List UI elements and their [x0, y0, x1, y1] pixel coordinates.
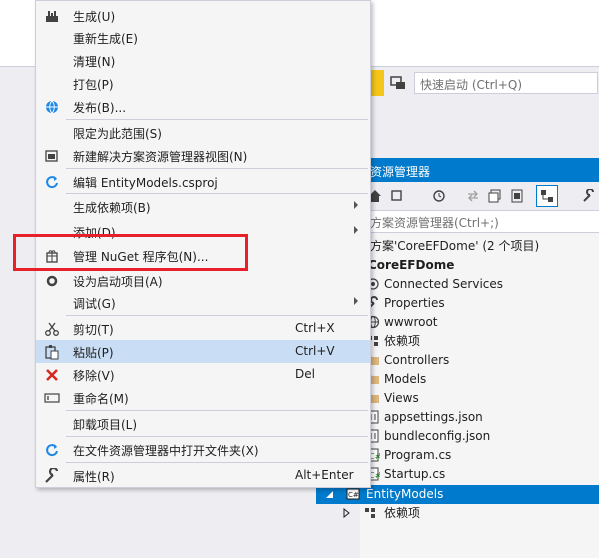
tree-item-entity-dependencies[interactable]: 依赖项 [384, 504, 420, 523]
menu-item-set-startup[interactable]: 设为启动项目(A) [36, 269, 370, 292]
submenu-arrow-icon [354, 297, 358, 305]
menu-item-shortcut: Del [295, 367, 315, 381]
menu-item-debug[interactable]: 调试(G) [36, 291, 370, 314]
menu-item-label: 属性(R) [73, 470, 115, 484]
collapse-all-icon[interactable] [488, 189, 502, 203]
tree-item-dependencies[interactable]: 依赖项 [384, 332, 420, 351]
tree-item-controllers[interactable]: Controllers [384, 351, 449, 370]
menu-separator [66, 315, 368, 316]
submenu-arrow-icon [354, 226, 358, 234]
menu-item-label: 重命名(M) [73, 392, 129, 406]
menu-item-clean[interactable]: 清理(N) [36, 49, 370, 72]
dependencies-icon [365, 508, 375, 518]
build-icon [46, 11, 58, 22]
tree-item-program[interactable]: Program.cs [384, 446, 451, 465]
menu-separator [66, 462, 368, 463]
menu-item-label: 编辑 EntityModels.csproj [73, 176, 218, 190]
menu-item-scope[interactable]: 限定为此范围(S) [36, 121, 370, 144]
tree-item-project[interactable]: CoreEFDome [368, 256, 454, 275]
collapsed-arrow-icon[interactable] [343, 508, 351, 518]
expanded-arrow-icon[interactable] [325, 490, 335, 500]
menu-item-label: 生成(U) [73, 10, 116, 24]
paste-icon [45, 345, 59, 360]
menu-item-shortcut: Alt+Enter [295, 468, 354, 482]
menu-item-shortcut: Ctrl+V [295, 344, 335, 358]
tree-item-startup[interactable]: Startup.cs [384, 465, 445, 484]
refresh-icon[interactable] [466, 189, 480, 203]
tree-item-connected-services[interactable]: Connected Services [384, 275, 503, 294]
tree-item-bundleconfig[interactable]: bundleconfig.json [384, 427, 490, 446]
tree-item-solution[interactable]: 方案'CoreEFDome' (2 个项目) [370, 237, 539, 256]
quick-launch-placeholder: 快速启动 (Ctrl+Q) [420, 78, 523, 92]
tree-icon [541, 190, 553, 202]
menu-item-label: 卸载项目(L) [73, 418, 138, 432]
menu-item-edit-csproj[interactable]: 编辑 EntityModels.csproj [36, 170, 370, 193]
menu-item-label: 发布(B)... [73, 101, 127, 115]
show-all-files-icon[interactable] [510, 189, 524, 203]
solution-explorer-toolbar [360, 182, 599, 210]
menu-item-label: 粘贴(P) [73, 346, 114, 360]
sync-icon[interactable] [390, 189, 404, 203]
menu-separator [66, 193, 368, 194]
menu-item-paste[interactable]: 粘贴(P) Ctrl+V [36, 340, 370, 363]
menu-item-pack[interactable]: 打包(P) [36, 72, 370, 95]
wrench-icon [45, 468, 59, 483]
menu-item-label: 清理(N) [73, 55, 116, 69]
feedback-icon[interactable] [389, 74, 407, 92]
menu-item-label: 在文件资源管理器中打开文件夹(X) [73, 444, 259, 458]
menu-item-label: 剪切(T) [73, 323, 114, 337]
tree-item-appsettings[interactable]: appsettings.json [384, 408, 483, 427]
x-icon [46, 369, 58, 381]
svg-text:C#: C# [348, 491, 359, 499]
tree-item-entitymodels[interactable]: EntityModels [366, 485, 443, 504]
menu-item-rename[interactable]: 重命名(M) [36, 386, 370, 409]
menu-item-properties[interactable]: 属性(R) Alt+Enter [36, 464, 370, 487]
new-view-icon [45, 150, 58, 162]
menu-separator [66, 119, 368, 120]
menu-item-label: 打包(P) [73, 78, 114, 92]
submenu-arrow-icon [354, 201, 358, 209]
menu-item-label: 调试(G) [73, 297, 116, 311]
menu-item-rebuild[interactable]: 重新生成(E) [36, 26, 370, 49]
menu-item-build[interactable]: 生成(U) [36, 4, 370, 27]
menu-item-label: 生成依赖项(B) [73, 201, 151, 215]
menu-item-label: 移除(V) [73, 369, 115, 383]
globe-icon [46, 100, 58, 114]
tree-item-views[interactable]: Views [384, 389, 419, 408]
menu-item-unload[interactable]: 卸载项目(L) [36, 412, 370, 435]
menu-separator [66, 410, 368, 411]
scissors-icon [45, 322, 59, 336]
menu-separator [66, 168, 368, 169]
menu-item-label: 新建解决方案资源管理器视图(N) [73, 150, 248, 164]
history-icon[interactable] [432, 189, 446, 203]
rename-icon [44, 393, 60, 403]
menu-item-cut[interactable]: 剪切(T) Ctrl+X [36, 317, 370, 340]
menu-separator [66, 436, 368, 437]
refresh-icon [46, 176, 58, 189]
annotation-highlight-box [13, 234, 248, 271]
menu-item-label: 重新生成(E) [73, 32, 138, 46]
gear-icon [46, 275, 58, 287]
menu-item-open-folder[interactable]: 在文件资源管理器中打开文件夹(X) [36, 438, 370, 461]
menu-item-label: 限定为此范围(S) [73, 127, 162, 141]
tree-item-models[interactable]: Models [384, 370, 426, 389]
sync-selection-button[interactable] [536, 185, 558, 207]
open-folder-icon [46, 444, 58, 457]
search-placeholder: 方案资源管理器(Ctrl+;) [370, 216, 499, 230]
solution-explorer-title: 资源管理器 [370, 165, 431, 179]
tree-item-properties[interactable]: Properties [384, 294, 445, 313]
menu-item-build-deps[interactable]: 生成依赖项(B) [36, 195, 370, 218]
project-icon: C# [346, 488, 360, 500]
menu-item-remove[interactable]: 移除(V) Del [36, 363, 370, 386]
menu-item-label: 设为启动项目(A) [73, 275, 163, 289]
tree-item-wwwroot[interactable]: wwwroot [384, 313, 438, 332]
menu-item-new-view[interactable]: 新建解决方案资源管理器视图(N) [36, 144, 370, 167]
menu-item-shortcut: Ctrl+X [295, 321, 335, 335]
wrench-icon[interactable] [582, 189, 596, 203]
menu-item-publish[interactable]: 发布(B)... [36, 95, 370, 118]
